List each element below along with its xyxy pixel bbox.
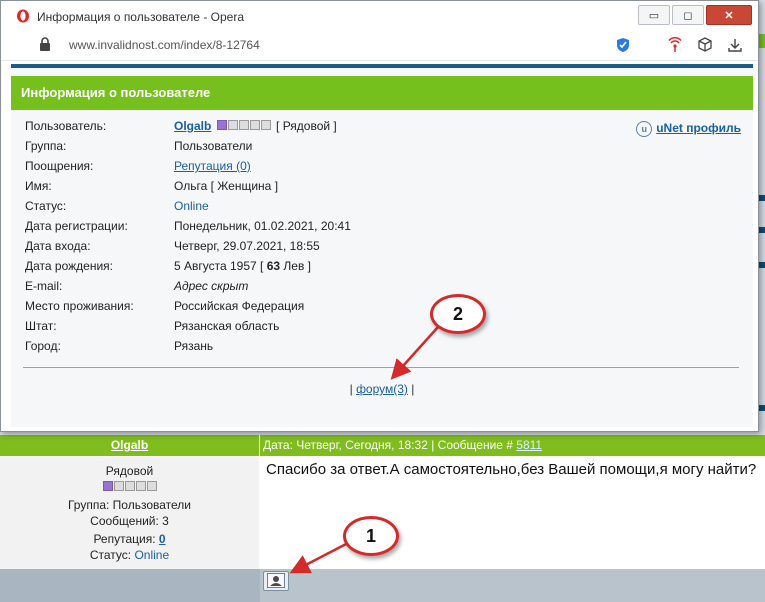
user-profile-icon xyxy=(267,573,285,588)
title-bar: Информация о пользователе - Opera ▭ ◻ ✕ xyxy=(1,1,758,30)
window-controls: ▭ ◻ ✕ xyxy=(638,5,752,25)
post-footer xyxy=(0,569,765,602)
post-meta: Дата: Четверг, Сегодня, 18:32 | Сообщени… xyxy=(260,438,542,452)
profile-content: Информация о пользователе u uNet профиль … xyxy=(11,64,753,427)
profile-header: Информация о пользователе xyxy=(11,76,753,110)
author-reputation: Репутация: 0 xyxy=(93,532,166,546)
forum-posts-link[interactable]: форум(3) xyxy=(356,382,408,396)
forum-link-row: | форум(3) | xyxy=(349,382,415,396)
callout-1: 1 xyxy=(343,516,399,556)
post-number-link[interactable]: 5811 xyxy=(516,438,542,452)
address-bar-icons xyxy=(614,36,744,54)
rank-indicator xyxy=(0,479,259,495)
post-body: Спасибо за ответ.А самостоятельно,без Ва… xyxy=(260,457,765,569)
post-date: Дата: Четверг, Сегодня, 18:32 | Сообщени… xyxy=(263,438,517,452)
popup-window: Информация о пользователе - Opera ▭ ◻ ✕ … xyxy=(0,0,759,432)
url-text[interactable]: www.invalidnost.com/index/8-12764 xyxy=(69,38,260,52)
post-meta-cell: Дата: Четверг, Сегодня, 18:32 | Сообщени… xyxy=(260,435,765,456)
author-status: Статус: Online xyxy=(89,548,170,562)
unet-icon: u xyxy=(636,121,653,137)
post-author-cell: Olgalb xyxy=(0,435,259,456)
reputation-link[interactable]: Репутация (0) xyxy=(174,159,251,173)
author-messages: Сообщений: 3 xyxy=(90,514,169,528)
user-rank: [ Рядовой ] xyxy=(276,119,337,133)
user-profile-button[interactable] xyxy=(263,571,289,591)
tracking-icon[interactable] xyxy=(666,36,684,54)
username-link[interactable]: Olgalb xyxy=(174,119,211,133)
author-group: Группа: Пользователи xyxy=(67,498,192,512)
rank-indicator xyxy=(216,120,271,130)
status-online: Online xyxy=(134,548,170,562)
close-button[interactable]: ✕ xyxy=(706,5,752,25)
post-text: Спасибо за ответ.А самостоятельно,без Ва… xyxy=(266,461,757,478)
divider xyxy=(23,367,739,368)
post-author-info: Рядовой Группа: Пользователи Сообщений: … xyxy=(0,457,259,569)
unet-profile-link[interactable]: uNet профиль xyxy=(656,121,741,135)
snapshot-cube-icon[interactable] xyxy=(696,36,714,54)
author-rank: Рядовой xyxy=(105,464,154,478)
opera-logo-icon xyxy=(17,9,29,23)
status-online: Online xyxy=(174,199,209,213)
lock-icon xyxy=(40,37,50,51)
vpn-shield-icon[interactable] xyxy=(614,36,632,54)
reputation-link[interactable]: 0 xyxy=(159,532,166,546)
minimize-button[interactable]: ▭ xyxy=(638,5,670,25)
post-author-link[interactable]: Olgalb xyxy=(111,438,148,452)
download-icon[interactable] xyxy=(726,36,744,54)
address-bar[interactable]: www.invalidnost.com/index/8-12764 xyxy=(1,30,758,61)
callout-2: 2 xyxy=(430,294,486,334)
window-title: Информация о пользователе - Opera xyxy=(37,10,244,24)
unet-profile: u uNet профиль xyxy=(636,121,741,137)
maximize-button[interactable]: ◻ xyxy=(672,5,704,25)
